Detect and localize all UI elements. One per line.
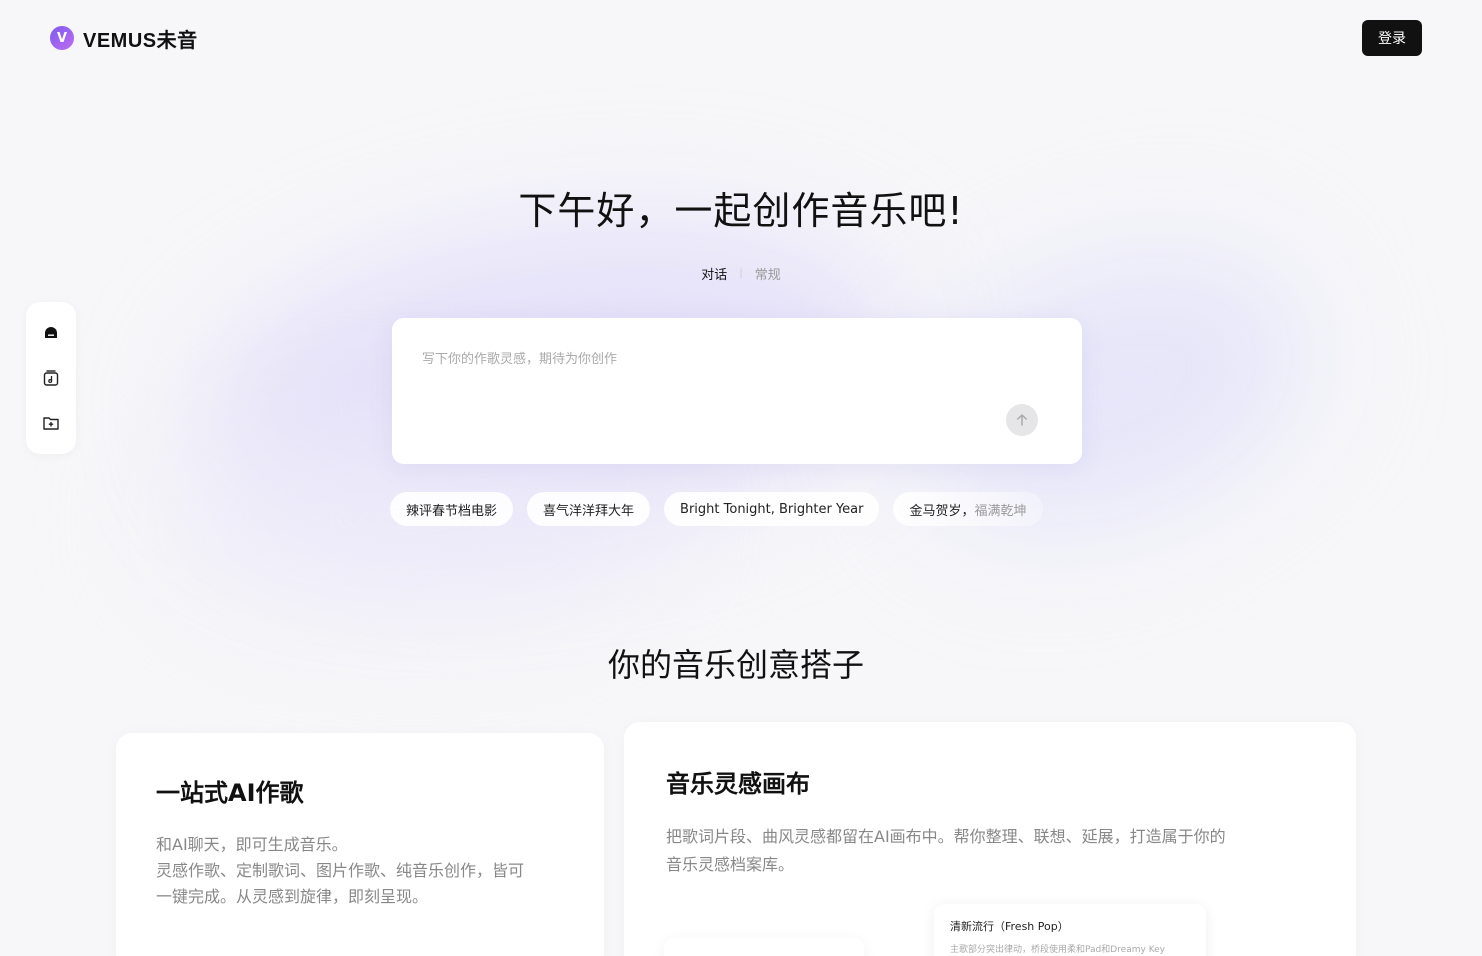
feature-card-ai-songwriting[interactable]: 一站式AI作歌 和AI聊天，即可生成音乐。 灵感作歌、定制歌词、图片作歌、纯音乐… <box>116 733 604 956</box>
canvas-preview-subtitle: 主歌部分突出律动，桥段使用柔和Pad和Dreamy Key <box>950 945 1166 955</box>
feature-card-line: 音乐灵感档案库。 <box>666 855 795 874</box>
top-bar: V VEMUS未音 登录 <box>0 0 1482 76</box>
hero-title: 下午好，一起创作音乐吧! <box>518 189 964 233</box>
side-nav-home[interactable] <box>36 318 66 348</box>
folder-add-icon <box>43 417 59 431</box>
prompt-input[interactable] <box>422 348 1022 408</box>
mode-switch: 对话 | 常规 <box>0 264 1482 283</box>
side-nav-create-folder[interactable] <box>36 408 66 438</box>
suggestion-chip-label-faded: 福满乾坤 <box>974 503 1027 519</box>
mode-tab-standard[interactable]: 常规 <box>755 264 781 283</box>
mode-tab-chat[interactable]: 对话 <box>701 264 727 283</box>
send-button[interactable] <box>1006 404 1038 436</box>
feature-card-line: 和AI聊天，即可生成音乐。 <box>156 835 348 854</box>
music-library-icon <box>43 370 59 386</box>
suggestion-chip[interactable]: 喜气洋洋拜大年 <box>527 492 651 526</box>
side-nav <box>26 302 76 454</box>
home-icon <box>45 326 57 338</box>
feature-card-line: 灵感作歌、定制歌词、图片作歌、纯音乐创作，皆可 <box>156 861 525 880</box>
feature-card-title: 一站式AI作歌 <box>156 779 304 807</box>
suggestion-chips: 辣评春节档电影 喜气洋洋拜大年 Bright Tonight, Brighter… <box>390 492 1043 526</box>
suggestion-chip-label: 金马贺岁， <box>909 503 975 519</box>
canvas-preview-card-back <box>664 938 864 956</box>
side-nav-library[interactable] <box>36 363 66 393</box>
mode-divider: | <box>739 268 743 279</box>
suggestion-chip[interactable]: 金马贺岁， 福满乾坤 <box>893 492 1043 526</box>
login-button[interactable]: 登录 <box>1362 20 1422 56</box>
feature-card-inspiration-canvas[interactable]: 音乐灵感画布 把歌词片段、曲风灵感都留在AI画布中。帮你整理、联想、延展，打造属… <box>624 722 1356 956</box>
feature-card-description: 把歌词片段、曲风灵感都留在AI画布中。帮你整理、联想、延展，打造属于你的 音乐灵… <box>666 823 1314 879</box>
feature-card-description: 和AI聊天，即可生成音乐。 灵感作歌、定制歌词、图片作歌、纯音乐创作，皆可 一键… <box>156 832 564 910</box>
canvas-preview-title: 清新流行（Fresh Pop） <box>950 920 1069 933</box>
feature-card-line: 一键完成。从灵感到旋律，即刻呈现。 <box>156 887 429 906</box>
logo-text: VEMUS未音 <box>83 29 198 52</box>
suggestion-chip[interactable]: 辣评春节档电影 <box>390 492 514 526</box>
prompt-composer <box>392 318 1082 464</box>
canvas-preview-card: 清新流行（Fresh Pop） 主歌部分突出律动，桥段使用柔和Pad和Dream… <box>934 904 1206 956</box>
features-section-title: 你的音乐创意搭子 <box>607 646 864 684</box>
suggestion-chip[interactable]: Bright Tonight, Brighter Year <box>664 492 880 526</box>
feature-card-line: 把歌词片段、曲风灵感都留在AI画布中。帮你整理、联想、延展，打造属于你的 <box>666 827 1226 846</box>
arrow-up-icon <box>1017 414 1027 426</box>
feature-card-title: 音乐灵感画布 <box>666 770 810 798</box>
logo[interactable]: V VEMUS未音 <box>50 24 198 53</box>
vemus-logo-icon: V <box>50 26 74 50</box>
